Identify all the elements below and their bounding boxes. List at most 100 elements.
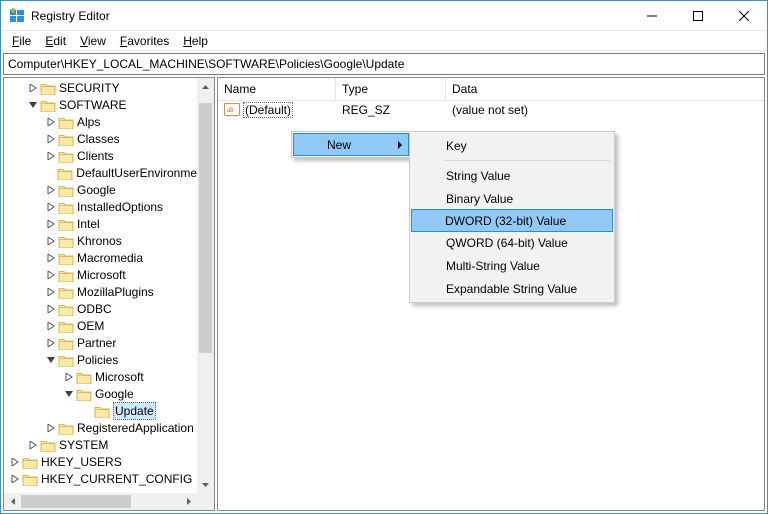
chevron-right-icon[interactable] xyxy=(44,319,58,333)
scroll-up-button[interactable] xyxy=(197,78,214,95)
tree-node[interactable]: HKEY_USERS xyxy=(4,454,197,470)
chevron-down-icon[interactable] xyxy=(44,353,58,367)
chevron-right-icon[interactable] xyxy=(44,268,58,282)
chevron-right-icon[interactable] xyxy=(44,217,58,231)
scroll-right-button[interactable] xyxy=(180,493,197,510)
tree-node[interactable]: MozillaPlugins xyxy=(4,284,197,300)
chevron-right-icon[interactable] xyxy=(44,200,58,214)
list-body[interactable]: ab(Default)REG_SZ(value not set) xyxy=(218,101,764,118)
chevron-right-icon[interactable] xyxy=(62,370,76,384)
folder-icon xyxy=(40,438,56,452)
chevron-right-icon[interactable] xyxy=(44,421,58,435)
tree-node[interactable]: SOFTWARE xyxy=(4,97,197,113)
chevron-down-icon[interactable] xyxy=(26,98,40,112)
tree-node[interactable]: RegisteredApplication xyxy=(4,420,197,436)
tree[interactable]: SECURITYSOFTWAREAlpsClassesClientsDefaul… xyxy=(4,78,197,493)
close-button[interactable] xyxy=(721,1,767,31)
menu-item[interactable]: New xyxy=(293,133,409,156)
tree-node[interactable]: Classes xyxy=(4,131,197,147)
chevron-right-icon[interactable] xyxy=(44,132,58,146)
maximize-button[interactable] xyxy=(675,1,721,31)
tree-node[interactable]: SECURITY xyxy=(4,80,197,96)
tree-node-label: MozillaPlugins xyxy=(77,284,154,300)
chevron-right-icon[interactable] xyxy=(44,234,58,248)
chevron-right-icon[interactable] xyxy=(44,149,58,163)
col-data[interactable]: Data xyxy=(446,78,764,100)
tree-node[interactable]: Khronos xyxy=(4,233,197,249)
folder-icon xyxy=(58,183,74,197)
chevron-right-icon[interactable] xyxy=(8,455,22,469)
menu-help[interactable]: Help xyxy=(176,33,215,49)
chevron-right-icon[interactable] xyxy=(44,285,58,299)
folder-icon xyxy=(57,166,73,180)
context-menu: New xyxy=(291,131,411,158)
tree-node-label: SECURITY xyxy=(59,80,120,96)
tree-node[interactable]: Intel xyxy=(4,216,197,232)
tree-node[interactable]: OEM xyxy=(4,318,197,334)
tree-node-label: Clients xyxy=(77,148,114,164)
tree-node-label: OEM xyxy=(77,318,104,334)
scroll-left-button[interactable] xyxy=(4,493,21,510)
tree-node[interactable]: Partner xyxy=(4,335,197,351)
chevron-right-icon[interactable] xyxy=(26,81,40,95)
tree-node-label: Google xyxy=(95,386,134,402)
menu-item[interactable]: Binary Value xyxy=(412,187,612,210)
folder-icon xyxy=(94,404,110,418)
tree-node-label: Khronos xyxy=(77,233,122,249)
menu-edit[interactable]: Edit xyxy=(38,33,73,49)
list-row[interactable]: ab(Default)REG_SZ(value not set) xyxy=(218,101,764,118)
tree-node[interactable]: Clients xyxy=(4,148,197,164)
chevron-right-icon[interactable] xyxy=(44,302,58,316)
minimize-button[interactable] xyxy=(629,1,675,31)
tree-node[interactable]: Google xyxy=(4,182,197,198)
tree-node[interactable]: Macromedia xyxy=(4,250,197,266)
scroll-down-button[interactable] xyxy=(197,476,214,493)
col-name[interactable]: Name xyxy=(218,78,336,100)
tree-node[interactable]: Microsoft xyxy=(4,369,197,385)
chevron-right-icon[interactable] xyxy=(44,115,58,129)
col-type[interactable]: Type xyxy=(336,78,446,100)
chevron-right-icon[interactable] xyxy=(44,251,58,265)
menu-item[interactable]: Multi-String Value xyxy=(412,254,612,277)
menu-item[interactable]: QWORD (64-bit) Value xyxy=(412,231,612,254)
tree-node-label: DefaultUserEnvironme xyxy=(76,165,197,181)
folder-icon xyxy=(76,370,92,384)
tree-node-label: HKEY_CURRENT_CONFIG xyxy=(41,471,192,487)
svg-text:ab: ab xyxy=(227,106,234,114)
scroll-track[interactable] xyxy=(197,95,214,476)
tree-node[interactable]: Microsoft xyxy=(4,267,197,283)
vertical-scrollbar[interactable] xyxy=(197,78,214,493)
chevron-right-icon[interactable] xyxy=(44,336,58,350)
chevron-right-icon[interactable] xyxy=(44,183,58,197)
tree-node[interactable]: ODBC xyxy=(4,301,197,317)
tree-node[interactable]: DefaultUserEnvironme xyxy=(4,165,197,181)
chevron-down-icon[interactable] xyxy=(62,387,76,401)
tree-node[interactable]: SYSTEM xyxy=(4,437,197,453)
titlebar: Registry Editor xyxy=(1,1,767,31)
scroll-track-h[interactable] xyxy=(21,493,180,510)
menu-file[interactable]: File xyxy=(5,33,38,49)
menu-item-label: Binary Value xyxy=(446,192,513,206)
chevron-right-icon[interactable] xyxy=(26,438,40,452)
menu-item[interactable]: Key xyxy=(412,134,612,157)
scroll-thumb[interactable] xyxy=(199,103,212,353)
address-bar[interactable]: Computer\HKEY_LOCAL_MACHINE\SOFTWARE\Pol… xyxy=(3,53,765,75)
tree-node[interactable]: Update xyxy=(4,403,197,419)
list-header: Name Type Data xyxy=(218,78,764,101)
folder-icon xyxy=(58,268,74,282)
tree-node-label: Intel xyxy=(77,216,100,232)
menu-view[interactable]: View xyxy=(73,33,113,49)
menu-item[interactable]: DWORD (32-bit) Value xyxy=(411,209,613,232)
tree-node[interactable]: Google xyxy=(4,386,197,402)
menu-item[interactable]: String Value xyxy=(412,164,612,187)
chevron-right-icon[interactable] xyxy=(8,472,22,486)
tree-node[interactable]: HKEY_CURRENT_CONFIG xyxy=(4,471,197,487)
tree-node[interactable]: Policies xyxy=(4,352,197,368)
horizontal-scrollbar[interactable] xyxy=(4,493,197,510)
tree-node[interactable]: Alps xyxy=(4,114,197,130)
menu-item[interactable]: Expandable String Value xyxy=(412,277,612,300)
tree-node[interactable]: InstalledOptions xyxy=(4,199,197,215)
menu-favorites[interactable]: Favorites xyxy=(113,33,176,49)
folder-icon xyxy=(58,353,74,367)
scroll-thumb-h[interactable] xyxy=(21,495,131,508)
